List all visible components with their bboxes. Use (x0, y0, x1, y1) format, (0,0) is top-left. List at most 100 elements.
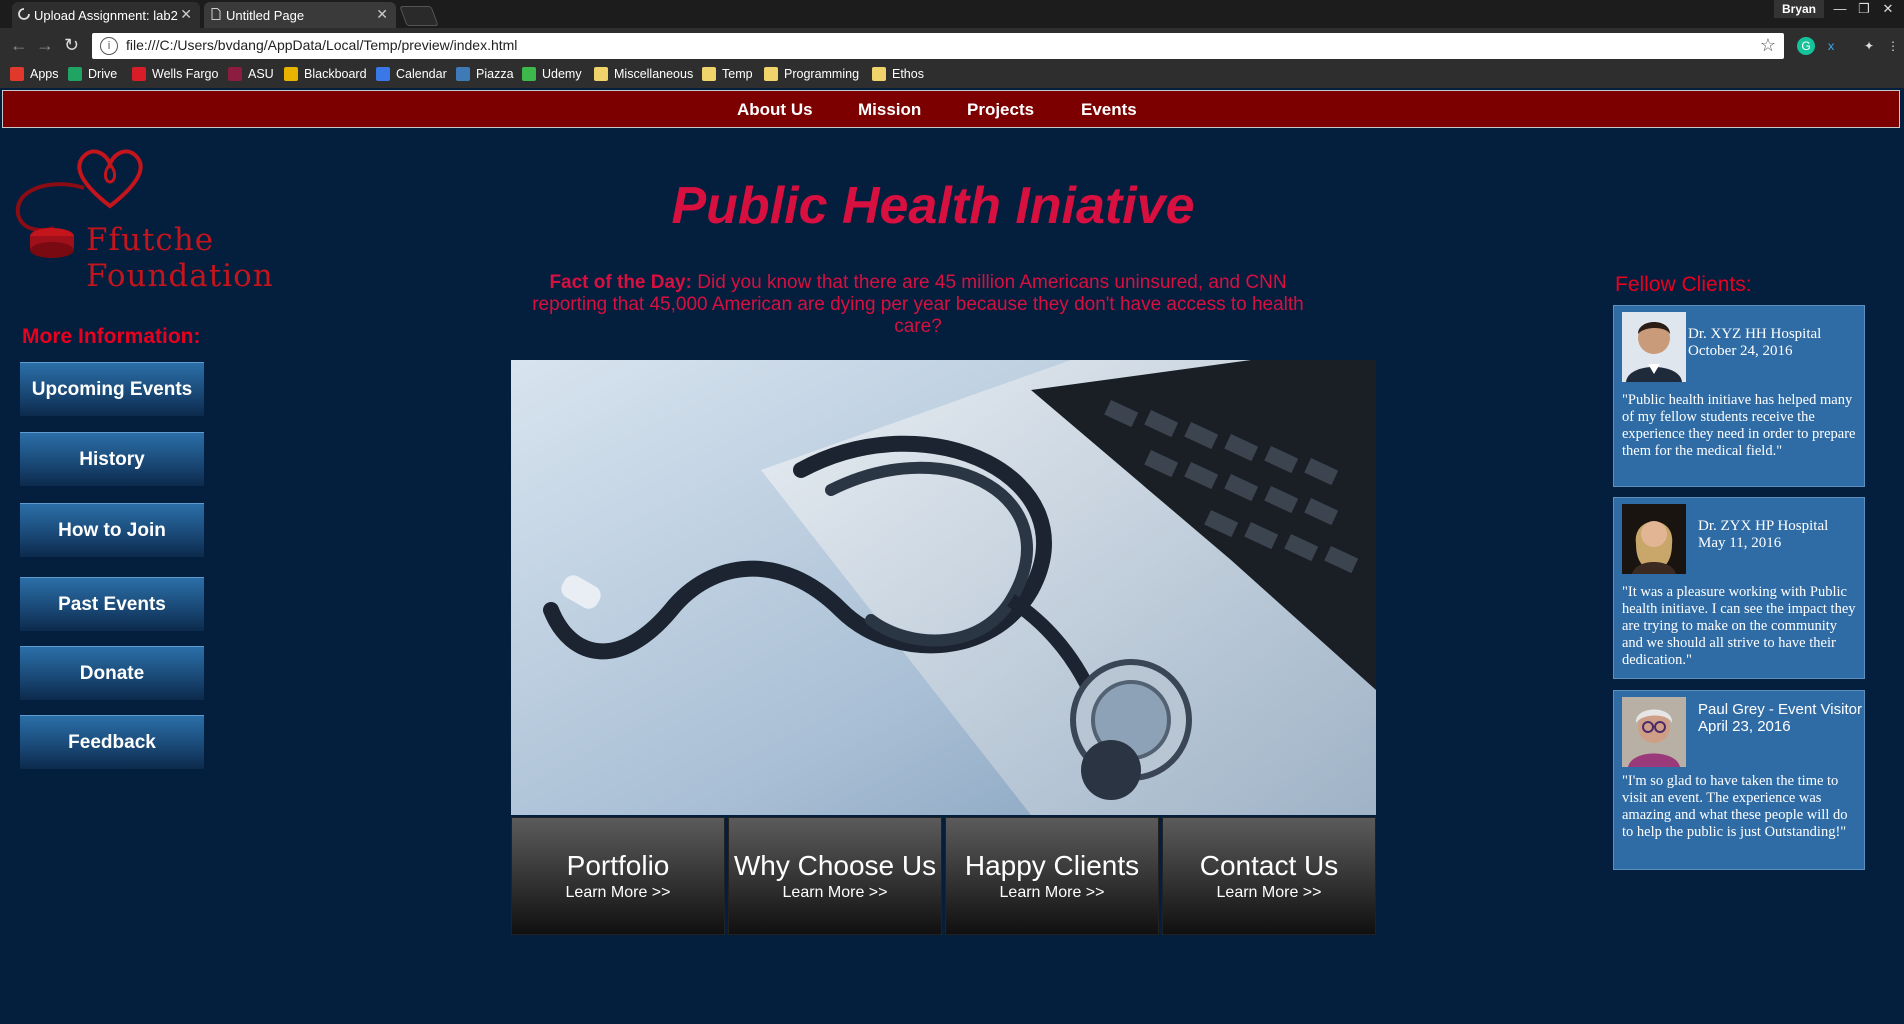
bookmark-blackboard[interactable]: Blackboard (284, 67, 367, 81)
close-tab-icon[interactable]: ✕ (180, 6, 192, 23)
browser-tab-untitled-page[interactable]: Untitled Page ✕ (204, 2, 396, 28)
past-events-button[interactable]: Past Events (20, 577, 204, 631)
bookmark-label: Wells Fargo (152, 67, 219, 81)
page-title: Public Health Iniative (671, 177, 1195, 235)
bookmark-icon (522, 67, 536, 81)
bookmark-icon (594, 67, 608, 81)
fellow-clients-heading: Fellow Clients: (1615, 273, 1752, 296)
page-icon (211, 8, 221, 20)
bookmark-label: Udemy (542, 67, 582, 81)
donate-button[interactable]: Donate (20, 646, 204, 700)
bookmark-miscellaneous[interactable]: Miscellaneous (594, 67, 693, 81)
bookmark-label: ASU (248, 67, 274, 81)
client-name: Dr. ZYX HP Hospital (1698, 518, 1829, 534)
bookmark-wells-fargo[interactable]: Wells Fargo (132, 67, 218, 81)
bookmark-piazza[interactable]: Piazza (456, 67, 514, 81)
bookmark-icon (68, 67, 82, 81)
client-name: Dr. XYZ HH Hospital (1688, 326, 1822, 342)
client-testimonial-card: Paul Grey - Event Visitor April 23, 2016… (1613, 690, 1865, 870)
bookmark-icon (10, 67, 24, 81)
restore-icon[interactable]: ❐ (1852, 0, 1876, 18)
client-quote: "Public health initiave has helped many … (1622, 392, 1856, 459)
bookmark-icon (456, 67, 470, 81)
bookmark-label: Calendar (396, 67, 447, 81)
bookmark-udemy[interactable]: Udemy (522, 67, 582, 81)
forward-icon[interactable]: → (36, 36, 54, 54)
grammarly-icon[interactable]: G (1797, 37, 1815, 55)
tile-learn-more-link[interactable]: Learn More >> (729, 884, 941, 902)
bookmark-star-icon[interactable]: ☆ (1760, 35, 1776, 56)
client-testimonial-card: Dr. XYZ HH Hospital October 24, 2016 "Pu… (1613, 305, 1865, 487)
tab-title: Upload Assignment: lab2 (34, 7, 178, 23)
reload-icon[interactable]: ↻ (64, 36, 79, 54)
bookmark-icon (702, 67, 716, 81)
back-icon[interactable]: ← (10, 36, 28, 54)
bookmark-label: Apps (30, 67, 59, 81)
bookmark-calendar[interactable]: Calendar (376, 67, 447, 81)
bookmark-icon (228, 67, 242, 81)
tile-learn-more-link[interactable]: Learn More >> (512, 884, 724, 902)
tab-title: Untitled Page (226, 7, 305, 23)
extension-icon[interactable]: ⅹ (1822, 37, 1840, 55)
feedback-button[interactable]: Feedback (20, 715, 204, 769)
tile-title: Contact Us (1199, 850, 1339, 881)
client-avatar (1622, 312, 1686, 382)
address-toolbar: ← → ↻ i file:///C:/Users/bvdang/AppData/… (0, 28, 1904, 64)
url-text[interactable]: file:///C:/Users/bvdang/AppData/Local/Te… (126, 37, 517, 53)
nav-events[interactable]: Events (1081, 91, 1137, 129)
tile-contact-us[interactable]: Contact Us Learn More >> (1162, 817, 1376, 935)
bookmark-icon (132, 67, 146, 81)
close-tab-icon[interactable]: ✕ (376, 6, 388, 23)
bookmark-label: Piazza (476, 67, 514, 81)
bookmark-label: Programming (784, 67, 860, 81)
tile-happy-clients[interactable]: Happy Clients Learn More >> (945, 817, 1159, 935)
history-button[interactable]: History (20, 432, 204, 486)
bookmark-icon (872, 67, 886, 81)
client-name-date: Paul Grey - Event Visitor April 23, 2016 (1698, 701, 1862, 735)
client-avatar (1622, 697, 1686, 767)
tile-why-choose-us[interactable]: Why Choose Us Learn More >> (728, 817, 942, 935)
menu-icon[interactable]: ⋮ (1884, 37, 1902, 55)
client-date: October 24, 2016 (1688, 343, 1793, 359)
bookmark-temp[interactable]: Temp (702, 67, 753, 81)
bookmark-label: Miscellaneous (614, 67, 694, 81)
nav-projects[interactable]: Projects (967, 91, 1034, 129)
upcoming-events-button[interactable]: Upcoming Events (20, 362, 204, 416)
close-window-icon[interactable]: ✕ (1876, 0, 1900, 18)
bookmark-label: Ethos (892, 67, 924, 81)
profile-button[interactable]: Bryan (1774, 0, 1825, 18)
more-information-heading: More Information: (22, 325, 201, 348)
address-bar[interactable]: i file:///C:/Users/bvdang/AppData/Local/… (92, 33, 1784, 59)
browser-tab-strip: Upload Assignment: lab2 ✕ Untitled Page … (0, 0, 1904, 28)
site-info-icon[interactable]: i (100, 37, 118, 55)
bookmark-apps[interactable]: Apps (10, 67, 59, 81)
tile-portfolio[interactable]: Portfolio Learn More >> (511, 817, 725, 935)
client-testimonial-card: Dr. ZYX HP Hospital May 11, 2016 "It was… (1613, 497, 1865, 679)
bookmark-drive[interactable]: Drive (68, 67, 117, 81)
new-tab-button[interactable] (399, 6, 439, 26)
minimize-icon[interactable]: — (1828, 0, 1852, 18)
client-date: April 23, 2016 (1698, 718, 1791, 735)
tile-learn-more-link[interactable]: Learn More >> (1163, 884, 1375, 902)
extension-puzzle-icon[interactable]: ✦ (1860, 37, 1878, 55)
fact-label: Fact of the Day: (549, 272, 692, 293)
bookmark-asu[interactable]: ASU (228, 67, 274, 81)
nav-mission[interactable]: Mission (858, 91, 921, 129)
browser-tab-upload-assignment[interactable]: Upload Assignment: lab2 ✕ (12, 2, 200, 28)
client-quote: "I'm so glad to have taken the time to v… (1622, 773, 1848, 840)
bookmark-label: Blackboard (304, 67, 367, 81)
client-avatar (1622, 504, 1686, 574)
bookmark-icon (764, 67, 778, 81)
client-name: Paul Grey - Event Visitor (1698, 701, 1862, 718)
hero-image-stethoscope-laptop (511, 360, 1376, 815)
nav-about-us[interactable]: About Us (737, 91, 813, 129)
bookmark-ethos[interactable]: Ethos (872, 67, 924, 81)
how-to-join-button[interactable]: How to Join (20, 503, 204, 557)
main-navigation: About Us Mission Projects Events (2, 90, 1900, 128)
bookmark-label: Drive (88, 67, 118, 81)
bookmark-programming[interactable]: Programming (764, 67, 859, 81)
client-name-date: Dr. ZYX HP Hospital May 11, 2016 (1698, 518, 1828, 552)
tile-title: Portfolio (566, 850, 670, 881)
tile-learn-more-link[interactable]: Learn More >> (946, 884, 1158, 902)
tile-title: Why Choose Us (733, 850, 937, 881)
